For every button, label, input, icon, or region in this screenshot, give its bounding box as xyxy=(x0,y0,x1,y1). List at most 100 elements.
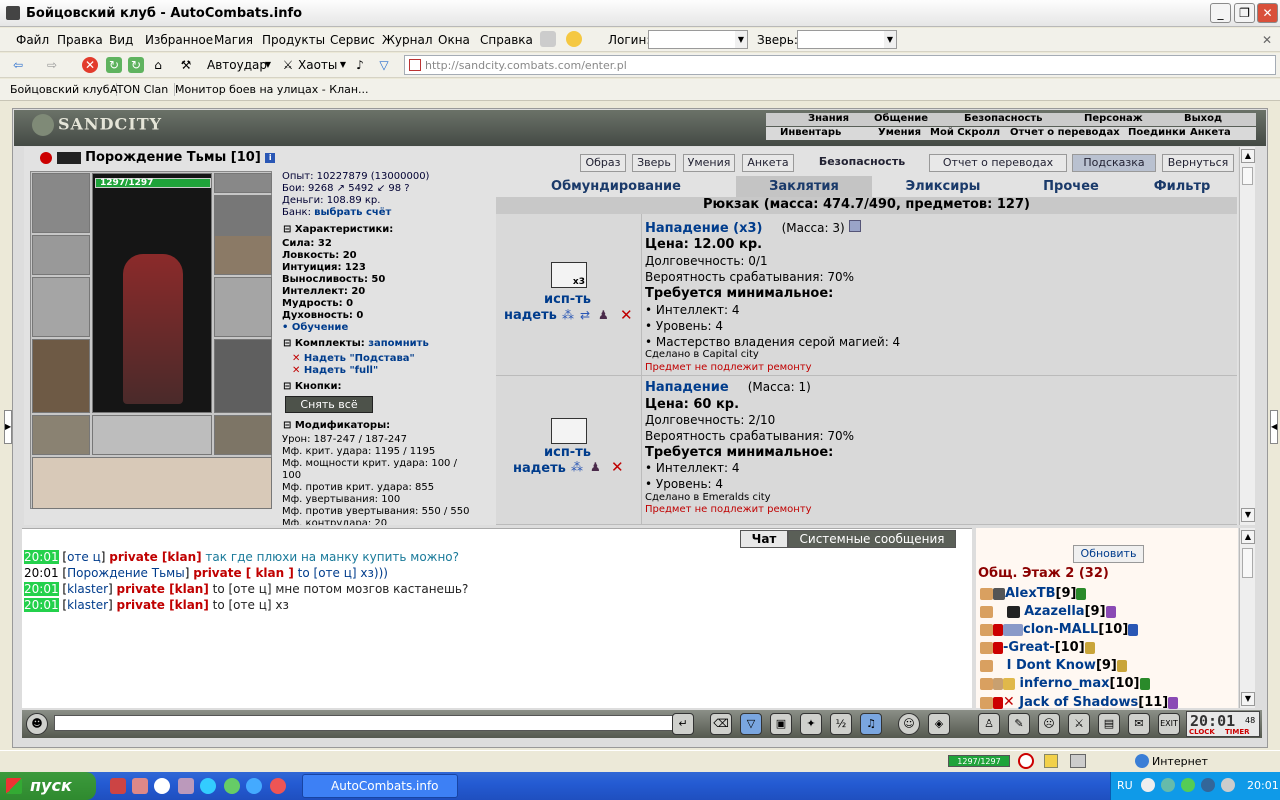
tab-filter[interactable]: Фильтр xyxy=(1128,176,1236,198)
volume-icon[interactable] xyxy=(1221,778,1235,792)
tab-elixirs[interactable]: Эликсиры xyxy=(872,176,1014,198)
swap-icon[interactable]: ⇄ xyxy=(580,308,590,322)
tab-spells[interactable]: Заклятия xyxy=(736,176,872,198)
offhand-slot[interactable] xyxy=(214,277,272,337)
fight-icon[interactable]: ⚔ xyxy=(1068,713,1090,735)
tray-icon[interactable] xyxy=(1201,778,1215,792)
nav-my-scroll[interactable]: Мой Скролл xyxy=(930,127,1000,138)
delete-icon[interactable]: ✕ xyxy=(620,306,633,324)
nav-inventory[interactable]: Инвентарь xyxy=(780,127,841,138)
scroll-slots[interactable] xyxy=(32,457,272,509)
btn-hint[interactable]: Подсказка xyxy=(1072,154,1156,172)
tab-chat[interactable]: Чат xyxy=(740,530,788,548)
sound-icon[interactable]: ♪ xyxy=(352,57,368,73)
menu-file[interactable]: Файл xyxy=(16,33,49,47)
transfer-icon[interactable]: ⁂ xyxy=(571,460,583,474)
bookmark-aton-clan[interactable]: ATON Clan xyxy=(110,83,176,96)
scroll-thumb[interactable] xyxy=(1242,548,1253,578)
app-button-icon[interactable] xyxy=(540,31,556,47)
set-item-2[interactable]: ✕ Надеть "full" xyxy=(292,365,378,376)
tray-icon[interactable] xyxy=(1161,778,1175,792)
nav-knowledge[interactable]: Знания xyxy=(808,113,849,124)
refresh-icon[interactable]: ↻ xyxy=(106,57,122,73)
item-title[interactable]: Нападение (x3) xyxy=(645,221,762,236)
opera-icon[interactable] xyxy=(270,778,286,794)
item-title[interactable]: Нападение xyxy=(645,380,729,395)
scroll-down-icon[interactable]: ▼ xyxy=(1241,692,1255,706)
use-link[interactable]: исп-ть xyxy=(544,292,591,307)
online-scrollbar[interactable]: ▲ ▼ xyxy=(1239,528,1255,708)
gift-icon[interactable]: ♟ xyxy=(590,460,601,474)
online-user[interactable]: inferno_max[10] xyxy=(980,676,1150,691)
menu-service[interactable]: Сервис xyxy=(330,33,375,47)
nav-character[interactable]: Персонаж xyxy=(1084,113,1143,124)
btn-back[interactable]: Вернуться xyxy=(1162,154,1234,172)
filter-icon[interactable]: ▽ xyxy=(740,713,762,735)
smiley-icon[interactable]: ☺ xyxy=(898,713,920,735)
forward-icon[interactable]: ⇨ xyxy=(44,57,60,73)
nav-profile[interactable]: Анкета xyxy=(1190,127,1231,138)
wear-link[interactable]: надеть xyxy=(513,461,566,476)
menu-favorites[interactable]: Избранное xyxy=(145,33,213,47)
nav-skills[interactable]: Умения xyxy=(878,127,921,138)
remember-set-link[interactable]: запомнить xyxy=(368,338,429,349)
close-window-button[interactable]: ✕ xyxy=(1257,3,1278,23)
scroll-up-icon[interactable]: ▲ xyxy=(1241,530,1255,544)
media-player-icon[interactable] xyxy=(154,778,170,794)
alarm-clock-icon[interactable] xyxy=(1018,753,1034,769)
menu-edit[interactable]: Правка xyxy=(57,33,103,47)
menu-journal[interactable]: Журнал xyxy=(382,33,433,47)
bookmark-fightclub[interactable]: Бойцовский клуб xyxy=(10,83,117,96)
set-item-1[interactable]: ✕ Надеть "Подстава" xyxy=(292,353,415,364)
chevron-down-icon[interactable]: ▼ xyxy=(260,57,276,73)
network-icon[interactable] xyxy=(1181,778,1195,792)
menu-help[interactable]: Справка xyxy=(480,33,533,47)
menu-products[interactable]: Продукты xyxy=(262,33,325,47)
boots-slot[interactable] xyxy=(214,415,272,455)
info-icon[interactable]: i xyxy=(265,152,276,163)
login-select[interactable]: ▼ xyxy=(648,30,748,49)
btn-profile[interactable]: Анкета xyxy=(742,154,794,172)
quicklaunch-icon[interactable] xyxy=(110,778,126,794)
back-icon[interactable]: ⇦ xyxy=(10,57,26,73)
belt-slot[interactable] xyxy=(32,415,90,455)
helmet-slot[interactable] xyxy=(32,173,90,233)
bag-icon[interactable]: ▤ xyxy=(1098,713,1120,735)
training-link[interactable]: • Обучение xyxy=(282,322,348,333)
menu-view[interactable]: Вид xyxy=(109,33,133,47)
chaotic-button[interactable]: Хаоты xyxy=(298,58,337,72)
online-user[interactable]: ✕ Jack of Shadows[11] xyxy=(980,694,1179,710)
online-user[interactable]: clon-MALL[10] xyxy=(980,622,1139,637)
btn-image[interactable]: Образ xyxy=(580,154,626,172)
language-indicator[interactable]: RU xyxy=(1117,779,1133,792)
ie-icon[interactable] xyxy=(246,778,262,794)
refresh-button[interactable]: Обновить xyxy=(1073,545,1144,563)
tab-equipment[interactable]: Обмундирование xyxy=(496,176,736,198)
eraser-icon[interactable]: ⌫ xyxy=(710,713,732,735)
icq-icon[interactable] xyxy=(224,778,240,794)
face-icon[interactable]: ☹ xyxy=(1038,713,1060,735)
gloves-slot[interactable] xyxy=(214,235,272,275)
chevron-down-icon[interactable]: ▼ xyxy=(335,57,351,73)
btn-security[interactable]: Безопасность xyxy=(800,154,924,172)
tray-icon[interactable] xyxy=(1141,778,1155,792)
potion-icon[interactable]: ♙ xyxy=(978,713,1000,735)
chat-sender[interactable]: Порождение Тьмы xyxy=(67,566,185,580)
online-user[interactable]: Azazella[9] xyxy=(980,604,1116,619)
scroll-up-icon[interactable]: ▲ xyxy=(1241,149,1255,163)
undress-all-button[interactable]: Снять всё xyxy=(285,396,373,413)
skype-icon[interactable] xyxy=(200,778,216,794)
weapon-slot[interactable] xyxy=(32,277,90,337)
btn-transfer-report[interactable]: Отчет о переводах xyxy=(929,154,1067,172)
walk-icon[interactable]: ✦ xyxy=(800,713,822,735)
stop-icon[interactable]: ✕ xyxy=(82,57,98,73)
task-autocombats[interactable]: AutoCombats.info xyxy=(302,774,458,798)
tab-other[interactable]: Прочее xyxy=(1014,176,1128,198)
online-user[interactable]: -Great-[10] xyxy=(980,640,1095,655)
close-menu-icon[interactable]: ✕ xyxy=(1262,33,1272,47)
chat-sender[interactable]: оте ц xyxy=(67,550,101,564)
helmet-icon[interactable]: ◈ xyxy=(928,713,950,735)
address-bar[interactable]: http://sandcity.combats.com/enter.pl xyxy=(404,55,1276,75)
bookmark-monitor[interactable]: Монитор боев на улицах - Клан... xyxy=(175,83,375,96)
tools-icon[interactable]: ⚒ xyxy=(178,57,194,73)
